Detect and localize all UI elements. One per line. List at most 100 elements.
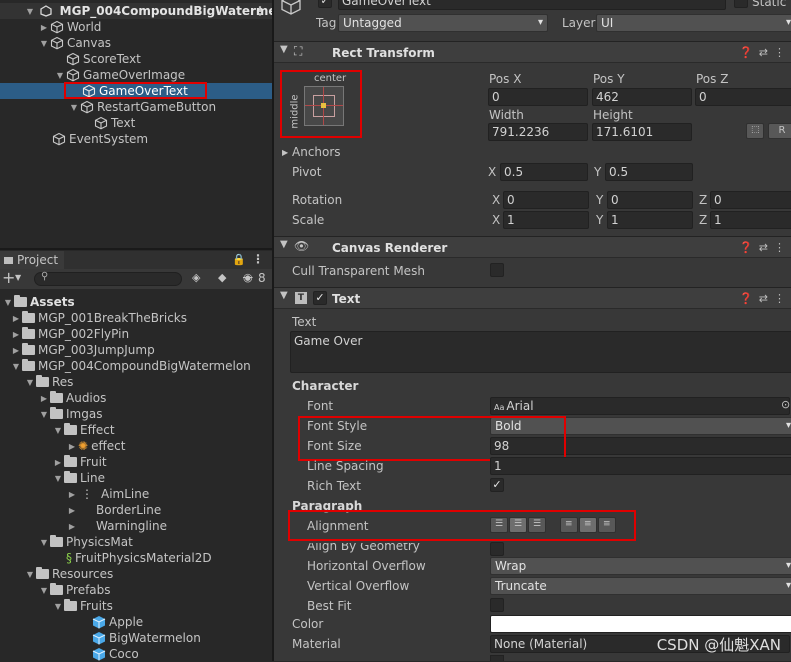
project-item[interactable]: § FruitPhysicsMaterial2D (66, 550, 212, 566)
hierarchy-item-restartgamebutton[interactable]: ▼ RestartGameButton (68, 99, 216, 115)
canvas-renderer-header[interactable]: ▼ 👁 Canvas Renderer ❓⇄⋮ (274, 236, 791, 258)
scale-y-field[interactable]: 1 (607, 211, 693, 229)
hierarchy-item-gameoverimage[interactable]: ▼ GameOverImage (54, 67, 185, 83)
project-item[interactable]: BigWatermelon (92, 630, 201, 646)
pos-y-field[interactable]: 462 (592, 88, 692, 106)
hierarchy-item-gameovertext[interactable]: GameOverText (0, 83, 272, 99)
chevron-right-icon[interactable]: ▶ (10, 327, 22, 343)
width-field[interactable]: 791.2236 (488, 123, 588, 141)
chevron-right-icon[interactable]: ▶ (66, 439, 78, 455)
scale-z-field[interactable]: 1 (710, 211, 791, 229)
search-input[interactable]: ⚲ (34, 271, 182, 286)
chevron-down-icon[interactable]: ▼ (52, 599, 64, 615)
scale-x-field[interactable]: 1 (503, 211, 589, 229)
more-menu-icon[interactable]: ⋮ (254, 3, 266, 19)
font-field[interactable]: Aa Arial (490, 397, 790, 415)
tab-project[interactable]: Project (0, 251, 64, 269)
project-item[interactable]: ▼ Imgas (38, 406, 102, 422)
chevron-right-icon[interactable]: ▶ (52, 455, 64, 471)
more-menu-icon[interactable]: ⋮ (252, 252, 264, 266)
chevron-down-icon[interactable]: ▼ (280, 239, 288, 250)
tag-icon[interactable]: ◆ (218, 271, 226, 284)
chevron-right-icon[interactable]: ▶ (282, 148, 288, 157)
rotation-y-field[interactable]: 0 (607, 191, 693, 209)
align-left-button[interactable]: ☰ (490, 517, 508, 533)
chevron-down-icon[interactable]: ▼ (52, 471, 64, 487)
project-item[interactable]: ▶ Audios (38, 390, 106, 406)
chevron-down-icon[interactable]: ▼ (2, 295, 14, 311)
project-item[interactable]: ▶ BorderLine (66, 502, 161, 518)
hidden-eye-icon[interactable]: ◉ (243, 271, 253, 284)
cutoff-checkbox[interactable] (490, 655, 504, 661)
align-bottom-button[interactable]: ≡ (598, 517, 616, 533)
pivot-y-field[interactable]: 0.5 (605, 163, 693, 181)
hierarchy-item-eventsystem[interactable]: EventSystem (52, 131, 148, 147)
align-center-button[interactable]: ☰ (509, 517, 527, 533)
font-size-field[interactable]: 98 (490, 437, 791, 455)
chevron-down-icon[interactable]: ▼ (68, 100, 80, 116)
static-checkbox[interactable] (734, 0, 748, 8)
rich-text-checkbox[interactable]: ✓ (490, 478, 504, 492)
chevron-down-icon[interactable]: ▼ (24, 4, 36, 20)
text-value-field[interactable]: Game Over (290, 331, 791, 373)
align-right-button[interactable]: ☰ (528, 517, 546, 533)
hierarchy-item-canvas[interactable]: ▼ Canvas (38, 35, 111, 51)
tag-dropdown[interactable]: Untagged (338, 14, 548, 32)
component-menu-icons[interactable]: ❓⇄⋮ (739, 241, 791, 254)
chevron-down-icon[interactable]: ▼ (24, 567, 36, 583)
hierarchy-item-world[interactable]: ▶ World (38, 19, 101, 35)
v-overflow-dropdown[interactable]: Truncate (490, 577, 791, 595)
object-name-field[interactable]: GameOverText (338, 0, 726, 10)
project-item[interactable]: ▶ MGP_003JumpJump (10, 342, 155, 358)
pos-x-field[interactable]: 0 (488, 88, 588, 106)
chevron-right-icon[interactable]: ▶ (10, 311, 22, 327)
chevron-right-icon[interactable]: ▶ (38, 391, 50, 407)
project-item[interactable]: ▶ MGP_002FlyPin (10, 326, 129, 342)
rotation-z-field[interactable]: 0 (710, 191, 791, 209)
lock-icon[interactable]: 🔒 (232, 253, 246, 266)
pos-z-field[interactable]: 0 (695, 88, 791, 106)
filter-type-icon[interactable]: ◈ (192, 271, 200, 284)
anchor-box[interactable] (304, 86, 344, 126)
anchor-presets[interactable]: center middle (284, 72, 360, 136)
text-enabled-checkbox[interactable]: ✓ (313, 291, 327, 305)
rotation-x-field[interactable]: 0 (503, 191, 589, 209)
chevron-down-icon[interactable]: ▼ (38, 583, 50, 599)
align-geometry-checkbox[interactable] (490, 542, 504, 556)
chevron-down-icon[interactable]: ▼ (10, 359, 22, 375)
rect-transform-header[interactable]: ▼ ⛶ Rect Transform ❓⇄⋮ (274, 41, 791, 63)
chevron-right-icon[interactable]: ▶ (66, 487, 78, 503)
chevron-down-icon[interactable]: ▼ (15, 273, 21, 282)
color-swatch[interactable] (490, 615, 791, 633)
project-item[interactable]: ▼ Line (52, 470, 105, 486)
pivot-x-field[interactable]: 0.5 (500, 163, 588, 181)
cull-checkbox[interactable] (490, 263, 504, 277)
project-item[interactable]: ▶ ⋮ AimLine (66, 486, 149, 502)
layer-dropdown[interactable]: UI (596, 14, 791, 32)
chevron-down-icon[interactable]: ▼ (280, 290, 288, 301)
chevron-down-icon[interactable]: ▼ (38, 407, 50, 423)
project-item[interactable]: ▼ Fruits (52, 598, 113, 614)
best-fit-checkbox[interactable] (490, 598, 504, 612)
chevron-down-icon[interactable]: ▼ (24, 375, 36, 391)
chevron-down-icon[interactable]: ▼ (52, 423, 64, 439)
project-item[interactable]: ▼ PhysicsMat (38, 534, 133, 550)
active-checkbox[interactable]: ✓ (318, 0, 332, 8)
hierarchy-item-text[interactable]: Text (94, 115, 135, 131)
component-menu-icons[interactable]: ❓⇄⋮ (739, 46, 791, 59)
project-item[interactable]: Apple (92, 614, 143, 630)
anchors-label[interactable]: Anchors (292, 145, 341, 159)
hierarchy-item-scoretext[interactable]: ScoreText (66, 51, 141, 67)
align-middle-button[interactable]: ≡ (579, 517, 597, 533)
blueprint-button[interactable]: ⬚ (746, 123, 764, 139)
project-item[interactable]: ▼ Resources (24, 566, 113, 582)
project-item[interactable]: ▶ MGP_001BreakTheBricks (10, 310, 187, 326)
project-item[interactable]: Coco (92, 646, 139, 662)
scene-header[interactable]: ▼ MGP_004CompoundBigWaterme ⋮ (0, 3, 277, 20)
project-item[interactable]: ▼ MGP_004CompoundBigWatermelon (10, 358, 251, 374)
raw-edit-button[interactable]: R (768, 123, 791, 139)
align-top-button[interactable]: ≡ (560, 517, 578, 533)
project-item[interactable]: ▶ ✺ effect (66, 438, 125, 454)
font-style-dropdown[interactable]: Bold (490, 417, 791, 435)
chevron-down-icon[interactable]: ▼ (38, 36, 50, 52)
